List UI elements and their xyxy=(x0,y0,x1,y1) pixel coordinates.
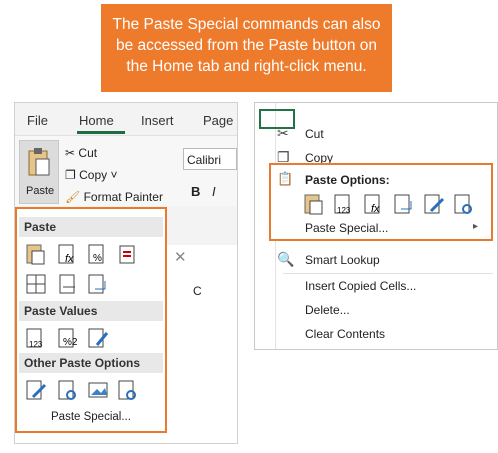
svg-text:123: 123 xyxy=(337,206,351,215)
font-name-box[interactable]: Calibri xyxy=(183,148,237,170)
paste-options-header: Paste Options: xyxy=(305,173,390,187)
clipboard-icon xyxy=(28,148,50,176)
tab-file[interactable]: File xyxy=(27,113,48,128)
context-cut[interactable]: Cut xyxy=(305,127,324,141)
cut-label: Cut xyxy=(78,146,98,160)
context-insert-copied-cells[interactable]: Insert Copied Cells... xyxy=(305,279,416,293)
paste-formulas-icon[interactable]: fx xyxy=(57,243,79,265)
paste-icon[interactable] xyxy=(25,243,47,265)
scissors-icon: ✂ xyxy=(65,146,76,160)
paste-link-icon[interactable] xyxy=(57,379,79,401)
paste-formulas-number-format-icon[interactable]: % xyxy=(87,243,109,265)
transpose-icon[interactable] xyxy=(393,193,415,215)
paste-button[interactable]: Paste xyxy=(19,140,59,204)
active-tab-indicator xyxy=(77,131,125,134)
italic-button[interactable]: I xyxy=(212,184,216,199)
svg-text:%: % xyxy=(93,253,102,264)
column-header-c[interactable]: C xyxy=(193,284,202,298)
cut-button[interactable]: ✂ Cut xyxy=(65,146,97,160)
section-other-paste-options: Other Paste Options xyxy=(19,353,163,373)
callout-line-1: The Paste Special commands can also xyxy=(112,16,381,33)
paste-label: Paste xyxy=(26,185,55,197)
tab-home[interactable]: Home xyxy=(79,113,114,128)
bold-button[interactable]: B xyxy=(191,184,200,199)
paste-values-icon[interactable]: 123 xyxy=(333,193,355,215)
paste-icon[interactable] xyxy=(303,193,325,215)
callout-line-3: the Home tab and right-click menu. xyxy=(126,58,367,75)
clipboard-icon: 📋 xyxy=(277,171,294,186)
tab-insert[interactable]: Insert xyxy=(141,113,174,128)
copy-button[interactable]: ❐ Copy ˅ xyxy=(65,168,117,182)
paste-special-link[interactable]: Paste Special... xyxy=(51,411,131,423)
chevron-right-icon: ▸ xyxy=(473,221,479,232)
paste-link-icon[interactable] xyxy=(453,193,475,215)
svg-text:%2: %2 xyxy=(63,337,78,348)
context-menu: ✂ Cut ❐ Copy 📋 Paste Options: 123 fx Pas… xyxy=(254,102,498,350)
svg-text:123: 123 xyxy=(29,340,43,349)
ribbon-body: Paste ✂ Cut ❐ Copy ˅ 🖌 Format Painter Ca… xyxy=(15,135,237,206)
context-clear-contents[interactable]: Clear Contents xyxy=(305,327,385,341)
context-paste-special[interactable]: Paste Special... xyxy=(305,221,388,235)
format-painter-button[interactable]: 🖌 Format Painter xyxy=(65,190,163,204)
search-icon: 🔍 xyxy=(277,251,295,267)
copy-label: Copy xyxy=(79,168,108,182)
paste-dropdown: Paste fx % Paste Values 123 %2 Other Pas… xyxy=(15,207,167,433)
keep-column-widths-icon[interactable] xyxy=(57,273,79,295)
format-painter-label: Format Painter xyxy=(83,190,163,204)
tab-page-layout[interactable]: Page xyxy=(203,113,233,128)
excel-ribbon-panel: File Home Insert Page Paste ✂ Cut ❐ Copy… xyxy=(14,102,238,444)
scissors-icon: ✂ xyxy=(277,125,289,141)
linked-picture-icon[interactable] xyxy=(117,379,139,401)
ribbon-tabs: File Home Insert Page xyxy=(15,103,237,134)
keep-source-formatting-icon[interactable] xyxy=(117,243,139,265)
picture-icon[interactable] xyxy=(87,379,109,401)
transpose-icon[interactable] xyxy=(87,273,109,295)
context-smart-lookup[interactable]: Smart Lookup xyxy=(305,253,380,267)
section-paste: Paste xyxy=(19,217,163,237)
values-source-formatting-icon[interactable] xyxy=(87,327,109,349)
svg-text:fx: fx xyxy=(65,253,74,265)
formatting-icon[interactable] xyxy=(423,193,445,215)
callout-line-2: be accessed from the Paste button on xyxy=(115,37,378,54)
copy-icon: ❐ xyxy=(65,168,76,182)
section-paste-values: Paste Values xyxy=(19,301,163,321)
paste-formulas-icon[interactable]: fx xyxy=(363,193,385,215)
separator xyxy=(283,273,493,274)
no-borders-icon[interactable] xyxy=(25,273,47,295)
context-delete[interactable]: Delete... xyxy=(305,303,350,317)
paintbrush-icon: 🖌 xyxy=(65,190,81,204)
paste-options-highlight: 📋 Paste Options: 123 fx Paste Special...… xyxy=(269,163,493,241)
callout-banner: The Paste Special commands can also be a… xyxy=(101,4,392,92)
cancel-formula-icon[interactable]: ✕ xyxy=(174,248,187,266)
paste-values-icon[interactable]: 123 xyxy=(25,327,47,349)
formatting-icon[interactable] xyxy=(25,379,47,401)
values-number-format-icon[interactable]: %2 xyxy=(57,327,79,349)
svg-text:fx: fx xyxy=(371,203,380,215)
